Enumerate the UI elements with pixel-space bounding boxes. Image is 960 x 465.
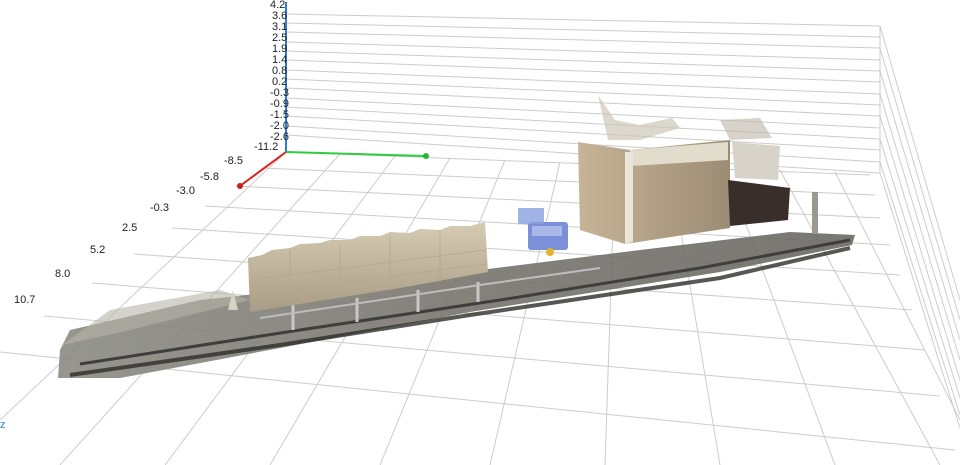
side-wall-grid	[879, 25, 960, 429]
house	[578, 95, 790, 244]
axis-gizmo	[237, 2, 429, 189]
z-tick: -8.5	[224, 155, 243, 167]
z-axis-ticks: -11.2 -8.5 -5.8 -3.0 -0.3 2.5 5.2 8.0 10…	[14, 141, 278, 306]
z-tick: -0.3	[150, 202, 169, 214]
z-axis-label: z	[0, 419, 6, 431]
z-tick: 10.7	[14, 294, 35, 306]
z-axis-line	[285, 151, 427, 157]
truck	[518, 208, 568, 256]
z-tick: 5.2	[90, 244, 105, 256]
tree-right	[720, 118, 772, 140]
point-cloud-viewport[interactable]: 4.2 3.6 3.1 2.5 1.9 1.4 0.8 0.2 -0.3 -0.…	[0, 0, 960, 465]
y-axis-ticks: 4.2 3.6 3.1 2.5 1.9 1.4 0.8 0.2 -0.3 -0.…	[270, 0, 289, 143]
z-axis-end	[423, 153, 429, 159]
z-tick: -11.2	[254, 141, 278, 153]
z-tick: -5.8	[200, 171, 219, 183]
z-tick: 8.0	[55, 268, 70, 280]
z-tick: 2.5	[122, 222, 137, 234]
x-axis-end	[237, 183, 243, 189]
utility-pole	[812, 192, 818, 234]
z-tick: -3.0	[176, 185, 195, 197]
